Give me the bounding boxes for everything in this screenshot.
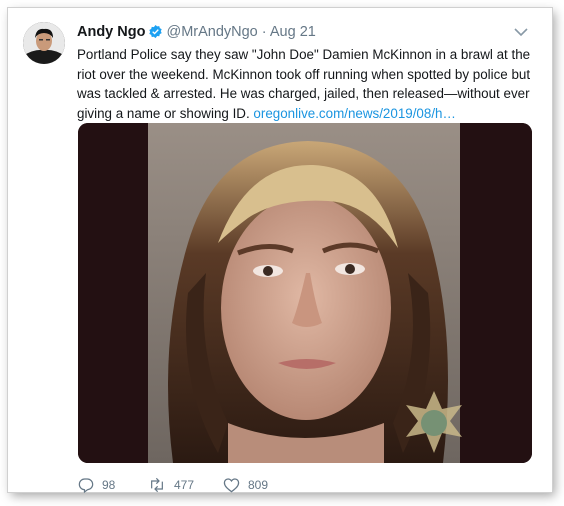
avatar[interactable] xyxy=(23,22,65,64)
mugshot-image xyxy=(78,123,532,463)
article-link[interactable]: oregonlive.com/news/2019/08/h… xyxy=(253,106,455,121)
like-count: 809 xyxy=(248,478,269,492)
tweet-text: Portland Police say they saw "John Doe" … xyxy=(77,45,532,123)
verified-badge-icon xyxy=(148,24,163,43)
tweet-image[interactable] xyxy=(78,123,532,463)
reply-action[interactable]: 98 xyxy=(78,477,116,494)
tweet-date[interactable]: Aug 21 xyxy=(270,24,316,40)
reply-count: 98 xyxy=(102,478,116,492)
avatar-photo xyxy=(23,22,65,64)
retweet-icon xyxy=(148,477,174,493)
author-name[interactable]: Andy Ngo xyxy=(77,24,145,40)
reply-icon xyxy=(78,478,102,494)
chevron-down-icon[interactable] xyxy=(510,22,532,42)
author-handle[interactable]: @MrAndyNgo xyxy=(166,24,257,40)
retweet-count: 477 xyxy=(174,478,195,492)
heart-icon xyxy=(223,478,248,493)
retweet-action[interactable]: 477 xyxy=(148,477,194,493)
separator-dot: · xyxy=(261,24,267,40)
tweet-header: Andy Ngo @MrAndyNgo · Aug 21 xyxy=(77,24,527,44)
like-action[interactable]: 809 xyxy=(223,477,268,493)
